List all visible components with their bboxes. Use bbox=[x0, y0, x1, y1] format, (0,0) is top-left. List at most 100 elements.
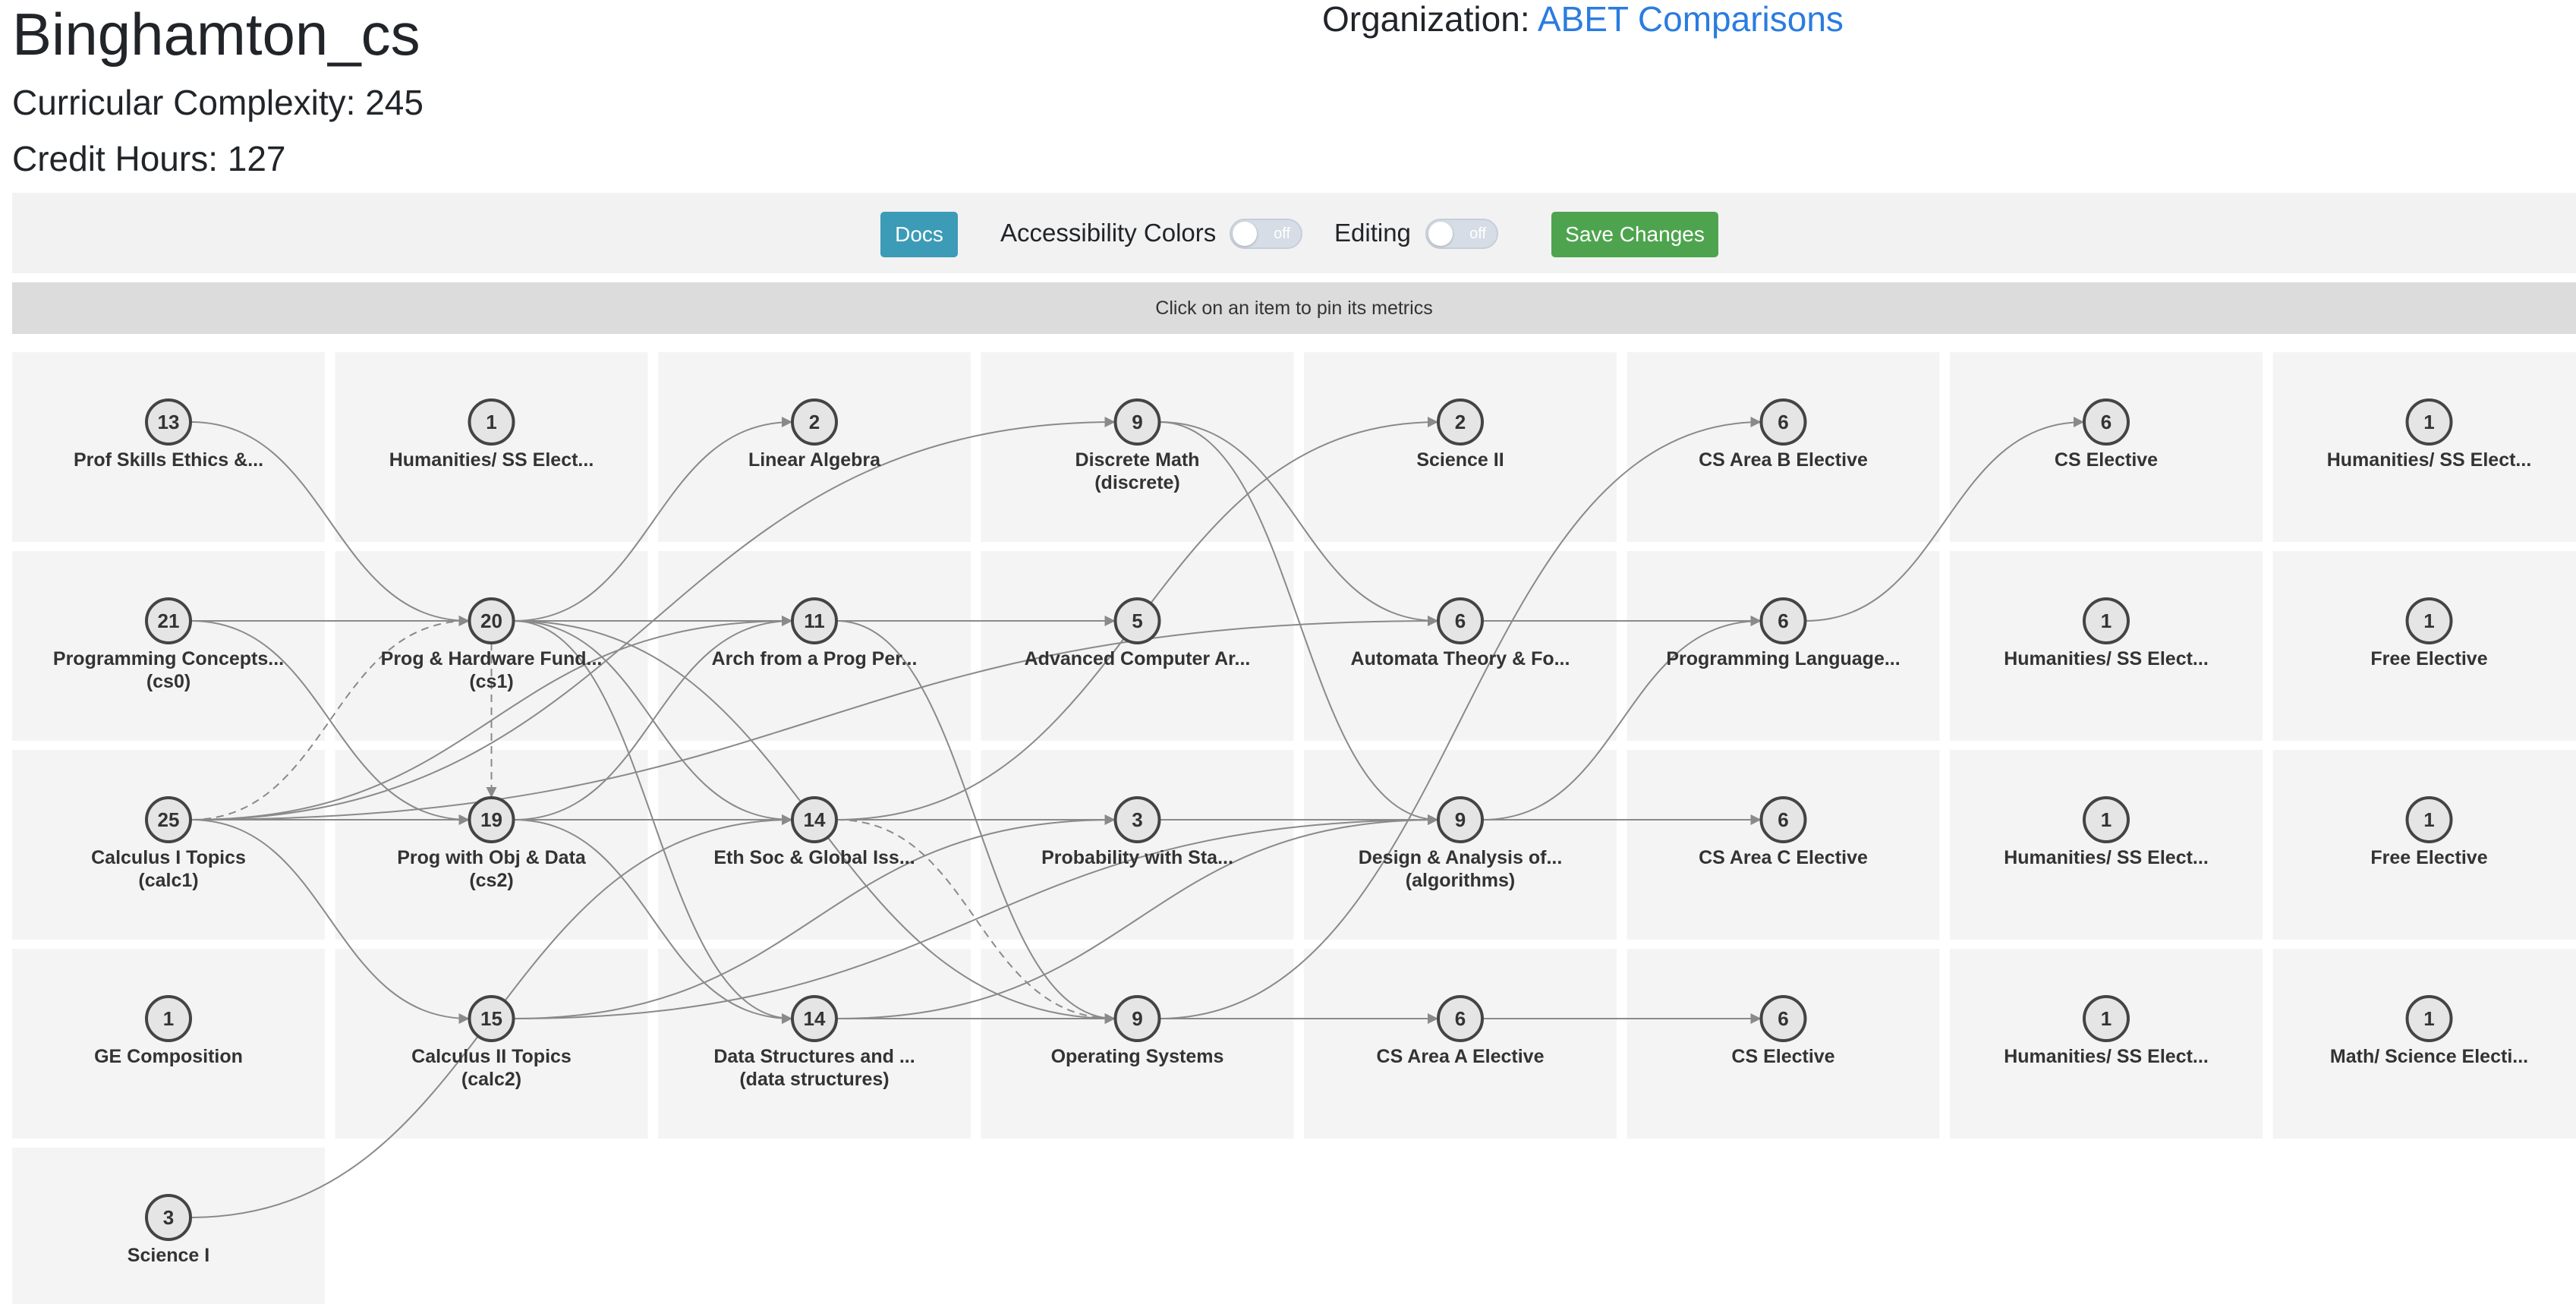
course-cell bbox=[12, 551, 325, 741]
course-cell bbox=[658, 551, 971, 741]
course-name: (algorithms) bbox=[1406, 870, 1515, 891]
course-name: Discrete Math bbox=[1075, 449, 1200, 471]
course-cell bbox=[981, 352, 1294, 542]
course-complexity-number: 6 bbox=[1778, 1007, 1788, 1030]
course-cell bbox=[1304, 551, 1617, 741]
course-name: Automata Theory & Fo... bbox=[1351, 648, 1570, 669]
course-name: Eth Soc & Global Iss... bbox=[713, 847, 915, 868]
course-name: Arch from a Prog Per... bbox=[712, 648, 918, 669]
course-complexity-number: 5 bbox=[1132, 609, 1142, 632]
course-name: (calc2) bbox=[461, 1069, 521, 1090]
course-name: Science I bbox=[128, 1245, 209, 1266]
course-name: (cs0) bbox=[146, 671, 191, 692]
course-name: Operating Systems bbox=[1051, 1046, 1224, 1067]
course-complexity-number: 20 bbox=[480, 609, 502, 632]
course-name: Free Elective bbox=[2370, 847, 2487, 868]
course-cell bbox=[1627, 750, 1940, 940]
course-complexity-number: 21 bbox=[158, 609, 180, 632]
course-cell bbox=[1950, 949, 2263, 1139]
course-name: Advanced Computer Ar... bbox=[1025, 648, 1251, 669]
course-cell bbox=[1627, 352, 1940, 542]
course-cell bbox=[335, 949, 648, 1139]
course-name: Calculus II Topics bbox=[411, 1046, 572, 1067]
course-complexity-number: 6 bbox=[2101, 411, 2112, 433]
course-name: CS Area B Elective bbox=[1699, 449, 1868, 471]
course-cell bbox=[335, 352, 648, 542]
course-name: (cs1) bbox=[469, 671, 513, 692]
course-cell bbox=[981, 750, 1294, 940]
course-cell bbox=[2272, 750, 2576, 940]
course-cell bbox=[981, 551, 1294, 741]
course-name: Humanities/ SS Elect... bbox=[389, 449, 594, 471]
course-name: Programming Concepts... bbox=[53, 648, 284, 669]
course-complexity-number: 19 bbox=[480, 808, 502, 831]
course-name: Probability with Sta... bbox=[1041, 847, 1233, 868]
course-cell bbox=[658, 352, 971, 542]
course-cell bbox=[12, 750, 325, 940]
course-complexity-number: 1 bbox=[2101, 609, 2112, 632]
course-name: Science II bbox=[1416, 449, 1504, 471]
course-name: GE Composition bbox=[94, 1046, 243, 1067]
course-complexity-number: 1 bbox=[2101, 1007, 2112, 1030]
course-complexity-number: 6 bbox=[1778, 808, 1788, 831]
course-complexity-number: 2 bbox=[809, 411, 820, 433]
course-name: Data Structures and ... bbox=[713, 1046, 915, 1067]
course-cell bbox=[2272, 551, 2576, 741]
course-cell bbox=[658, 750, 971, 940]
course-name: Free Elective bbox=[2370, 648, 2487, 669]
course-complexity-number: 6 bbox=[1455, 1007, 1466, 1030]
course-complexity-number: 6 bbox=[1778, 609, 1788, 632]
course-cell bbox=[2272, 352, 2576, 542]
course-name: CS Area C Elective bbox=[1699, 847, 1868, 868]
course-complexity-number: 6 bbox=[1778, 411, 1788, 433]
course-cell bbox=[1304, 949, 1617, 1139]
course-cell bbox=[1627, 949, 1940, 1139]
course-complexity-number: 1 bbox=[2423, 1007, 2434, 1030]
course-name: Humanities/ SS Elect... bbox=[2004, 1046, 2209, 1067]
course-cell bbox=[12, 352, 325, 542]
course-name: Math/ Science Electi... bbox=[2330, 1046, 2528, 1067]
course-name: (discrete) bbox=[1094, 472, 1180, 493]
course-name: Prog with Obj & Data bbox=[397, 847, 587, 868]
course-name: (data structures) bbox=[739, 1069, 889, 1090]
course-name: (cs2) bbox=[469, 870, 513, 891]
course-complexity-number: 3 bbox=[1132, 808, 1142, 831]
course-name: Linear Algebra bbox=[748, 449, 881, 471]
course-cell bbox=[658, 949, 971, 1139]
course-complexity-number: 9 bbox=[1132, 411, 1142, 433]
course-cell bbox=[1627, 551, 1940, 741]
course-name: Calculus I Topics bbox=[91, 847, 246, 868]
course-name: Humanities/ SS Elect... bbox=[2327, 449, 2532, 471]
course-name: CS Elective bbox=[2055, 449, 2158, 471]
course-cell bbox=[12, 949, 325, 1139]
course-complexity-number: 14 bbox=[804, 808, 826, 831]
course-complexity-number: 14 bbox=[804, 1007, 826, 1030]
course-complexity-number: 1 bbox=[2423, 609, 2434, 632]
course-complexity-number: 6 bbox=[1455, 609, 1466, 632]
course-complexity-number: 1 bbox=[163, 1007, 174, 1030]
course-complexity-number: 2 bbox=[1455, 411, 1466, 433]
course-complexity-number: 9 bbox=[1455, 808, 1466, 831]
course-complexity-number: 1 bbox=[2101, 808, 2112, 831]
course-cell bbox=[1950, 551, 2263, 741]
course-name: Humanities/ SS Elect... bbox=[2004, 847, 2209, 868]
course-complexity-number: 1 bbox=[2423, 411, 2434, 433]
course-name: Design & Analysis of... bbox=[1359, 847, 1563, 868]
curriculum-graph: 13Prof Skills Ethics &...21Programming C… bbox=[12, 352, 2576, 1304]
course-complexity-number: 1 bbox=[486, 411, 496, 433]
course-name: Humanities/ SS Elect... bbox=[2004, 648, 2209, 669]
course-name: Programming Language... bbox=[1666, 648, 1900, 669]
course-cell bbox=[1950, 750, 2263, 940]
course-complexity-number: 9 bbox=[1132, 1007, 1142, 1030]
course-cell bbox=[2272, 949, 2576, 1139]
course-cell bbox=[981, 949, 1294, 1139]
course-name: Prog & Hardware Fund... bbox=[381, 648, 603, 669]
course-name: (calc1) bbox=[138, 870, 198, 891]
course-complexity-number: 13 bbox=[158, 411, 180, 433]
course-name: CS Area A Elective bbox=[1377, 1046, 1545, 1067]
course-name: CS Elective bbox=[1731, 1046, 1834, 1067]
course-cell bbox=[1950, 352, 2263, 542]
course-cell bbox=[1304, 750, 1617, 940]
course-complexity-number: 3 bbox=[163, 1206, 174, 1229]
course-cell bbox=[1304, 352, 1617, 542]
